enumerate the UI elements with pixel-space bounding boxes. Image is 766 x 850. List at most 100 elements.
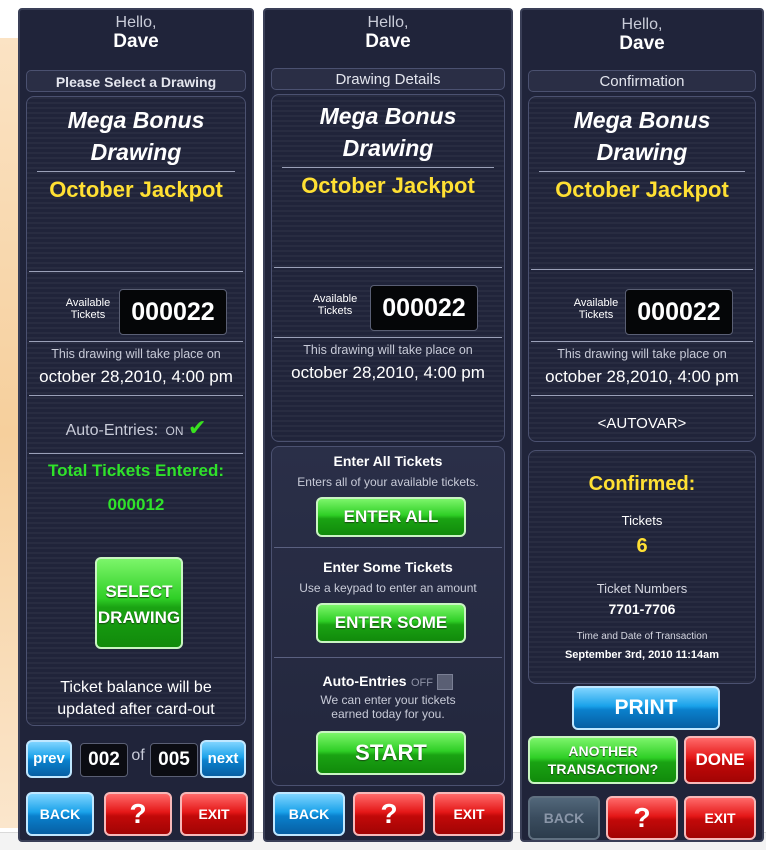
available-tickets-count: 000022 bbox=[119, 289, 227, 335]
drawing-title-line1: Mega Bonus bbox=[319, 103, 457, 129]
drawing-title-line2: Drawing bbox=[596, 139, 688, 165]
divider bbox=[539, 171, 745, 172]
drawing-title-line2: Drawing bbox=[90, 139, 182, 165]
page-title: Please Select a Drawing bbox=[26, 70, 246, 92]
divider bbox=[29, 453, 243, 454]
tickets-label: Tickets bbox=[621, 513, 663, 528]
enter-all-desc: Enters all of your available tickets. bbox=[297, 475, 479, 489]
divider bbox=[531, 341, 753, 342]
help-button[interactable]: ? bbox=[606, 796, 678, 840]
greeting: Hello, bbox=[115, 14, 157, 31]
select-drawing-button[interactable]: SELECT DRAWING bbox=[95, 557, 183, 649]
greeting: Hello, bbox=[367, 14, 409, 31]
divider bbox=[29, 341, 243, 342]
auto-entries-toggle[interactable]: Auto-Entries OFF bbox=[272, 673, 504, 691]
drawing-info-card: Mega Bonus Drawing October Jackpot Avail… bbox=[271, 94, 505, 442]
pager-of: of bbox=[131, 747, 145, 764]
schedule-text: This drawing will take place on bbox=[51, 347, 221, 361]
greeting: Hello, bbox=[621, 16, 663, 33]
entry-options-card: Enter All Tickets Enters all of your ava… bbox=[271, 446, 505, 786]
available-tickets-label: Available Tickets bbox=[565, 297, 627, 321]
enter-some-desc: Use a keypad to enter an amount bbox=[299, 581, 477, 595]
auto-desc-line1: We can enter your tickets bbox=[320, 693, 456, 707]
auto-entries-state: ON bbox=[165, 424, 184, 438]
screen-confirmation: Hello, Dave Confirmation Mega Bonus Draw… bbox=[520, 8, 764, 842]
user-name: Dave bbox=[619, 33, 665, 54]
divider bbox=[531, 395, 753, 396]
total-tickets-label: Total Tickets Entered: bbox=[47, 461, 225, 480]
user-name: Dave bbox=[365, 31, 411, 52]
checkbox-icon[interactable] bbox=[437, 673, 454, 690]
confirmation-card: Confirmed: Tickets 6 Ticket Numbers 7701… bbox=[528, 450, 756, 684]
screen-select-drawing: Hello, Dave Please Select a Drawing Mega… bbox=[18, 8, 254, 842]
help-button[interactable]: ? bbox=[353, 792, 425, 836]
available-tickets-count: 000022 bbox=[370, 285, 478, 331]
auto-entries-label: Auto-Entries: bbox=[65, 422, 159, 439]
exit-button[interactable]: EXIT bbox=[180, 792, 248, 836]
tickets-value: 6 bbox=[636, 535, 648, 557]
back-button[interactable]: BACK bbox=[273, 792, 345, 836]
balance-note-line1: Ticket balance will be bbox=[60, 679, 212, 696]
enter-all-title: Enter All Tickets bbox=[333, 453, 443, 469]
help-button[interactable]: ? bbox=[104, 792, 172, 836]
enter-all-button[interactable]: ENTER ALL bbox=[316, 497, 466, 537]
available-label-line1: Available bbox=[65, 297, 111, 309]
schedule-date: october 28,2010, 4:00 pm bbox=[291, 363, 485, 382]
divider bbox=[274, 267, 502, 268]
another-line1: ANOTHER bbox=[568, 743, 638, 759]
divider bbox=[274, 337, 502, 338]
auto-entries-status: Auto-Entries: ON ✔ bbox=[27, 415, 245, 441]
total-tickets-value: 000012 bbox=[107, 495, 165, 514]
enter-some-title: Enter Some Tickets bbox=[323, 559, 453, 575]
schedule-text: This drawing will take place on bbox=[557, 347, 727, 361]
drawing-title-line1: Mega Bonus bbox=[67, 107, 205, 133]
schedule-date: october 28,2010, 4:00 pm bbox=[39, 367, 233, 386]
user-name: Dave bbox=[113, 31, 159, 52]
page-title: Drawing Details bbox=[271, 68, 505, 90]
divider bbox=[29, 271, 243, 272]
balance-note-line2: updated after card-out bbox=[57, 701, 215, 718]
print-button[interactable]: PRINT bbox=[572, 686, 720, 730]
auto-desc-line2: earned today for you. bbox=[331, 707, 445, 721]
pager-total: 005 bbox=[150, 743, 198, 777]
transaction-time-value: September 3rd, 2010 11:14am bbox=[564, 649, 720, 661]
drawing-info-card: Mega Bonus Drawing October Jackpot Avail… bbox=[26, 96, 246, 726]
divider bbox=[531, 269, 753, 270]
available-label-line2: Tickets bbox=[317, 305, 353, 317]
drawing-title-line1: Mega Bonus bbox=[573, 107, 711, 133]
drawing-name: October Jackpot bbox=[301, 173, 475, 198]
available-label-line2: Tickets bbox=[578, 309, 614, 321]
available-label-line1: Available bbox=[312, 293, 358, 305]
another-transaction-button[interactable]: ANOTHER TRANSACTION? bbox=[528, 736, 678, 784]
ticket-numbers-value: 7701-7706 bbox=[608, 601, 676, 617]
checkmark-icon: ✔ bbox=[187, 415, 207, 440]
available-tickets-label: Available Tickets bbox=[304, 293, 366, 317]
drawing-name: October Jackpot bbox=[49, 177, 223, 202]
auto-entries-title: Auto-Entries bbox=[322, 673, 407, 689]
enter-some-button[interactable]: ENTER SOME bbox=[316, 603, 466, 643]
ticket-numbers-label: Ticket Numbers bbox=[596, 581, 688, 596]
done-button[interactable]: DONE bbox=[684, 736, 756, 784]
next-button[interactable]: next bbox=[200, 740, 246, 778]
divider bbox=[274, 547, 502, 548]
transaction-time-label: Time and Date of Transaction bbox=[576, 631, 708, 642]
auto-entries-desc: We can enter your tickets earned today f… bbox=[272, 693, 504, 721]
drawing-title-line2: Drawing bbox=[342, 135, 434, 161]
autovar-placeholder: <AUTOVAR> bbox=[597, 415, 687, 432]
exit-button[interactable]: EXIT bbox=[684, 796, 756, 840]
balance-note: Ticket balance will be updated after car… bbox=[27, 677, 245, 721]
start-button[interactable]: START bbox=[316, 731, 466, 775]
exit-button[interactable]: EXIT bbox=[433, 792, 505, 836]
auto-entries-state: OFF bbox=[411, 677, 433, 689]
back-button[interactable]: BACK bbox=[528, 796, 600, 840]
drawing-info-card: Mega Bonus Drawing October Jackpot Avail… bbox=[528, 96, 756, 442]
divider bbox=[274, 657, 502, 658]
available-tickets-label: Available Tickets bbox=[57, 297, 119, 321]
back-button[interactable]: BACK bbox=[26, 792, 94, 836]
divider bbox=[282, 167, 494, 168]
another-line2: TRANSACTION? bbox=[547, 761, 659, 777]
available-tickets-count: 000022 bbox=[625, 289, 733, 335]
prev-button[interactable]: prev bbox=[26, 740, 72, 778]
screen-drawing-details: Hello, Dave Drawing Details Mega Bonus D… bbox=[263, 8, 513, 842]
confirmed-heading: Confirmed: bbox=[588, 473, 696, 495]
